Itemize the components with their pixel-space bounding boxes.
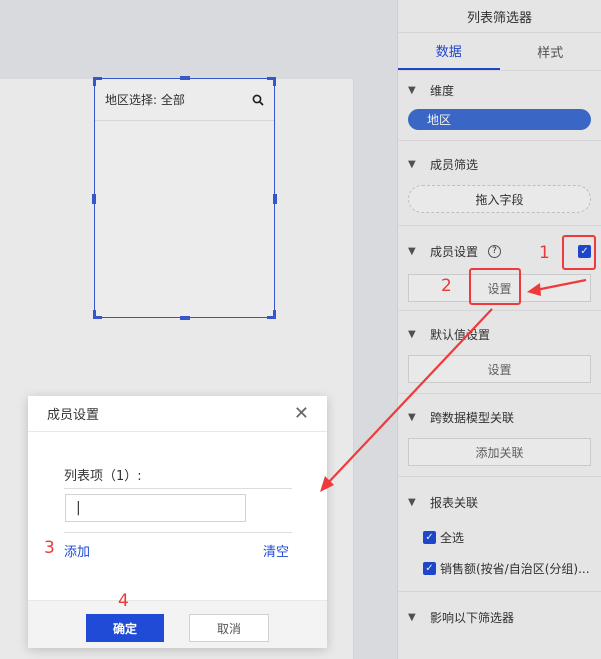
annotation-arrows [320,278,587,492]
